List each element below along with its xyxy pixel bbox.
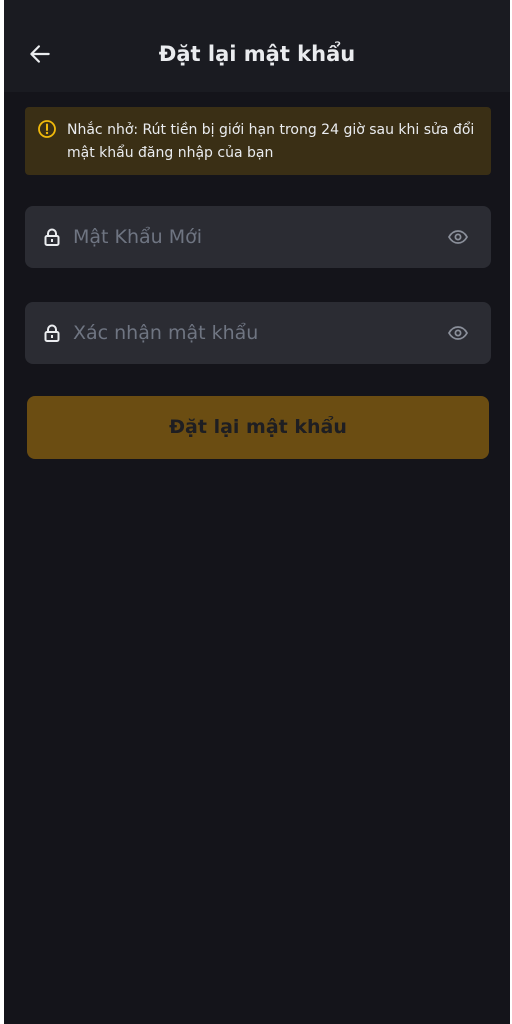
reminder-notice: Nhắc nhở: Rút tiền bị giới hạn trong 24 … [25, 107, 491, 175]
page-title: Đặt lại mật khẩu [158, 42, 356, 66]
lock-icon [44, 324, 60, 342]
reset-password-button[interactable]: Đặt lại mật khẩu [27, 396, 489, 459]
eye-icon[interactable] [447, 322, 469, 344]
new-password-input[interactable] [73, 206, 423, 268]
reset-password-screen: Đặt lại mật khẩu Nhắc nhở: Rút tiền bị g… [4, 0, 510, 1024]
confirm-password-input[interactable] [73, 302, 423, 364]
lock-icon [44, 228, 60, 246]
new-password-field[interactable] [25, 206, 491, 268]
reminder-text: Nhắc nhở: Rút tiền bị giới hạn trong 24 … [67, 122, 475, 161]
eye-icon[interactable] [447, 226, 469, 248]
header: Đặt lại mật khẩu [4, 0, 510, 92]
warning-circle-icon [38, 120, 56, 138]
confirm-password-field[interactable] [25, 302, 491, 364]
